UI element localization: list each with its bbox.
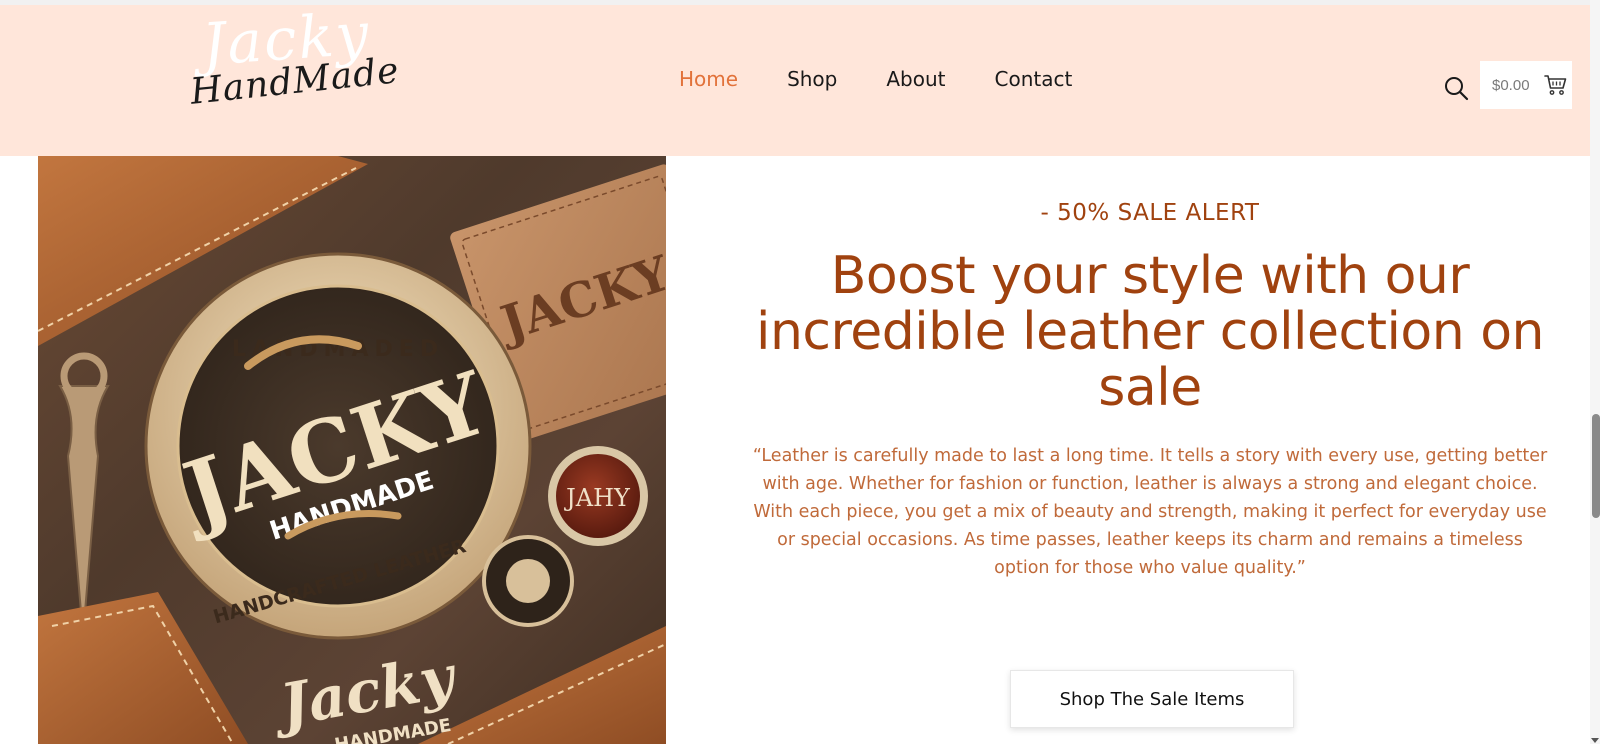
sale-promo-section: - 50% SALE ALERT Boost your style with o… xyxy=(740,156,1560,744)
nav-item-contact[interactable]: Contact xyxy=(995,67,1073,91)
cart-button[interactable]: $0.00 xyxy=(1480,61,1572,109)
site-header: Jacky HandMade Home Shop About Contact $… xyxy=(0,0,1590,156)
shop-sale-items-button[interactable]: Shop The Sale Items xyxy=(1010,670,1294,728)
nav-item-about[interactable]: About xyxy=(886,67,945,91)
nav-item-home[interactable]: Home xyxy=(679,67,738,91)
logo[interactable]: Jacky HandMade xyxy=(180,0,401,125)
search-icon[interactable] xyxy=(1443,75,1469,101)
sale-eyebrow: - 50% SALE ALERT xyxy=(1040,200,1260,226)
svg-text:JAHY: JAHY xyxy=(563,484,631,512)
scrollbar-thumb[interactable] xyxy=(1592,414,1600,518)
sale-headline: Boost your style with our incredible lea… xyxy=(756,246,1545,418)
cart-amount: $0.00 xyxy=(1492,76,1530,94)
leather-quote: “Leather is carefully made to last a lon… xyxy=(752,446,1548,578)
cart-icon xyxy=(1544,73,1568,97)
nav-item-shop[interactable]: Shop xyxy=(787,67,837,91)
main-nav: Home Shop About Contact xyxy=(679,67,1121,91)
page-scrollbar[interactable] xyxy=(1590,0,1600,744)
scroll-down-arrow-icon[interactable] xyxy=(1590,730,1600,743)
hero-leather-image: JACKY LANDMADED JACKY HANDMADE HANDCRAFT… xyxy=(38,156,666,744)
